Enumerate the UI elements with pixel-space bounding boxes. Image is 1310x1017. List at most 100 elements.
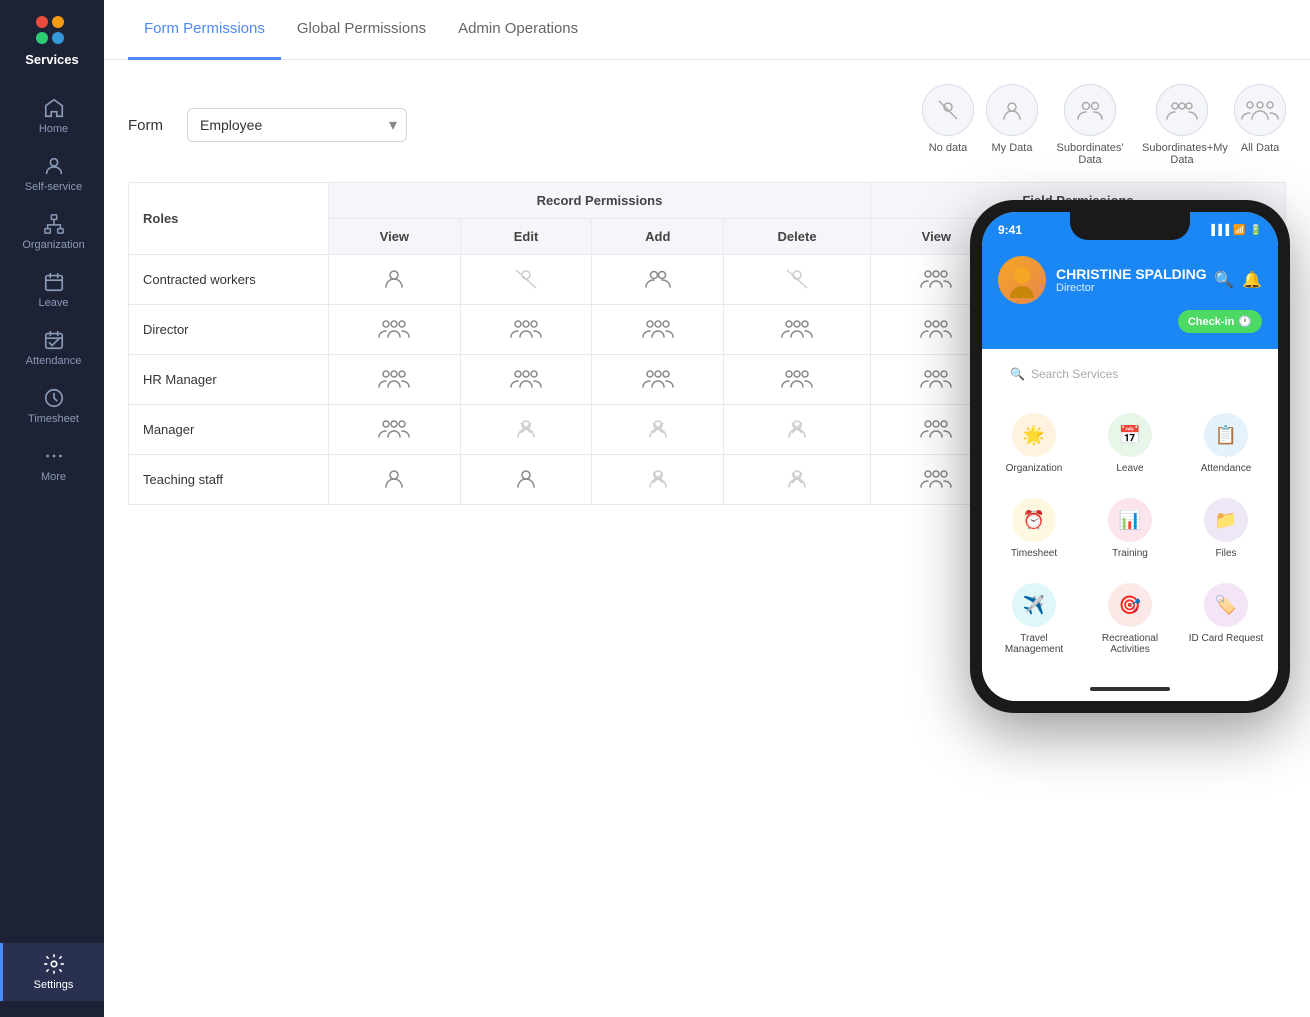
form-select[interactable]: Employee [187, 108, 407, 142]
permission-cell[interactable] [724, 255, 871, 305]
permission-cell[interactable] [460, 305, 592, 355]
permission-cell[interactable] [329, 305, 461, 355]
phone-search-icon[interactable]: 🔍 [1214, 270, 1234, 290]
col-view: View [329, 219, 461, 255]
wifi-icon: 📶 [1233, 225, 1245, 236]
permission-cell[interactable] [592, 305, 724, 355]
service-icon: 📅 [1108, 413, 1152, 457]
phone-service-item[interactable]: 📁 Files [1182, 488, 1270, 565]
permission-cell[interactable] [460, 355, 592, 405]
phone-service-item[interactable]: 📊 Training [1086, 488, 1174, 565]
phone-search-bar[interactable]: 🔍 Search Services [998, 359, 1262, 389]
phone-screen: 9:41 ▐▐▐ 📶 🔋 [982, 212, 1278, 701]
battery-icon: 🔋 [1250, 225, 1262, 236]
tab-global-permissions[interactable]: Global Permissions [281, 0, 442, 60]
tab-bar: Form Permissions Global Permissions Admi… [104, 0, 1310, 60]
permission-cell[interactable] [724, 455, 871, 505]
clock-icon: 🕐 [1238, 315, 1252, 328]
main-content: Form Permissions Global Permissions Admi… [104, 0, 1310, 1017]
sidebar-item-home[interactable]: Home [0, 87, 104, 145]
sidebar-item-organization-label: Organization [22, 239, 84, 251]
permission-cell[interactable] [329, 255, 461, 305]
permission-cell[interactable] [592, 355, 724, 405]
signal-icon: ▐▐▐ [1208, 225, 1229, 236]
dot-green [36, 32, 48, 44]
perm-icon-my-data[interactable]: My Data [986, 84, 1038, 166]
phone-service-item[interactable]: 🏷️ ID Card Request [1182, 573, 1270, 661]
role-cell: Teaching staff [129, 455, 329, 505]
service-label: Attendance [1201, 463, 1252, 474]
timesheet-icon [43, 387, 65, 409]
phone-service-item[interactable]: 📋 Attendance [1182, 403, 1270, 480]
permission-cell[interactable] [460, 455, 592, 505]
permission-cell[interactable] [460, 405, 592, 455]
phone-user-info: CHRISTINE SPALDING Director [1056, 266, 1214, 294]
sidebar-item-leave-label: Leave [39, 297, 69, 309]
sidebar-item-settings[interactable]: Settings [0, 943, 104, 1001]
service-label: Timesheet [1011, 548, 1057, 559]
perm-icon-all-data[interactable]: All Data [1234, 84, 1286, 166]
person-icon [43, 155, 65, 177]
role-cell: Manager [129, 405, 329, 455]
sidebar-item-settings-label: Settings [34, 979, 74, 991]
sidebar-item-leave[interactable]: Leave [0, 261, 104, 319]
search-placeholder: Search Services [1031, 367, 1118, 381]
phone-service-item[interactable]: 📅 Leave [1086, 403, 1174, 480]
col-add: Add [592, 219, 724, 255]
sidebar-item-home-label: Home [39, 123, 68, 135]
subordinates-my-data-circle [1156, 84, 1208, 136]
sidebar-item-attendance[interactable]: Attendance [0, 319, 104, 377]
phone-status-time: 9:41 [998, 223, 1022, 237]
service-icon: 🎯 [1108, 583, 1152, 627]
permission-cell[interactable] [592, 255, 724, 305]
phone-user-title: Director [1056, 282, 1214, 294]
phone-service-item[interactable]: 🌟 Organization [990, 403, 1078, 480]
perm-icon-subordinates-data[interactable]: Subordinates' Data [1050, 84, 1130, 166]
permission-cell[interactable] [329, 355, 461, 405]
perm-icon-no-data[interactable]: No data [922, 84, 974, 166]
phone-checkin-button[interactable]: Check-in 🕐 [1178, 310, 1262, 333]
phone-bell-icon[interactable]: 🔔 [1242, 270, 1262, 290]
form-select-wrapper: Employee [187, 108, 407, 142]
phone-service-item[interactable]: 🎯 Recreational Activities [1086, 573, 1174, 661]
sidebar-item-self-service[interactable]: Self-service [0, 145, 104, 203]
dot-yellow [52, 16, 64, 28]
attendance-icon [43, 329, 65, 351]
service-label: Leave [1116, 463, 1143, 474]
permission-cell[interactable] [329, 455, 461, 505]
sidebar-item-organization[interactable]: Organization [0, 203, 104, 261]
permission-cell[interactable] [724, 305, 871, 355]
sidebar-item-more[interactable]: More [0, 435, 104, 493]
no-data-label: No data [929, 142, 968, 154]
tab-form-permissions[interactable]: Form Permissions [128, 0, 281, 60]
phone-service-item[interactable]: ✈️ Travel Management [990, 573, 1078, 661]
permission-cell[interactable] [592, 405, 724, 455]
no-data-circle [922, 84, 974, 136]
subordinates-my-data-label: Subordinates+My Data [1142, 142, 1222, 166]
service-label: Files [1215, 548, 1236, 559]
phone-home-bar [1090, 687, 1170, 691]
dot-blue [52, 32, 64, 44]
sidebar: Services Home Self-service Organization … [0, 0, 104, 1017]
form-area: Form Employee No data [104, 60, 1310, 166]
sidebar-item-attendance-label: Attendance [26, 355, 82, 367]
tab-admin-operations[interactable]: Admin Operations [442, 0, 594, 60]
phone-service-item[interactable]: ⏰ Timesheet [990, 488, 1078, 565]
permission-cell[interactable] [460, 255, 592, 305]
checkin-label: Check-in [1188, 316, 1234, 328]
service-label: Travel Management [994, 633, 1074, 655]
settings-icon [43, 953, 65, 975]
perm-icon-subordinates-my-data[interactable]: Subordinates+My Data [1142, 84, 1222, 166]
logo [36, 16, 68, 44]
sidebar-item-more-label: More [41, 471, 66, 483]
permission-cell[interactable] [724, 355, 871, 405]
permission-cell[interactable] [592, 455, 724, 505]
permission-cell[interactable] [724, 405, 871, 455]
col-delete: Delete [724, 219, 871, 255]
permission-cell[interactable] [329, 405, 461, 455]
dot-red [36, 16, 48, 28]
service-icon: 📋 [1204, 413, 1248, 457]
all-data-circle [1234, 84, 1286, 136]
permission-type-icons: No data My Data [922, 84, 1286, 166]
sidebar-item-timesheet[interactable]: Timesheet [0, 377, 104, 435]
